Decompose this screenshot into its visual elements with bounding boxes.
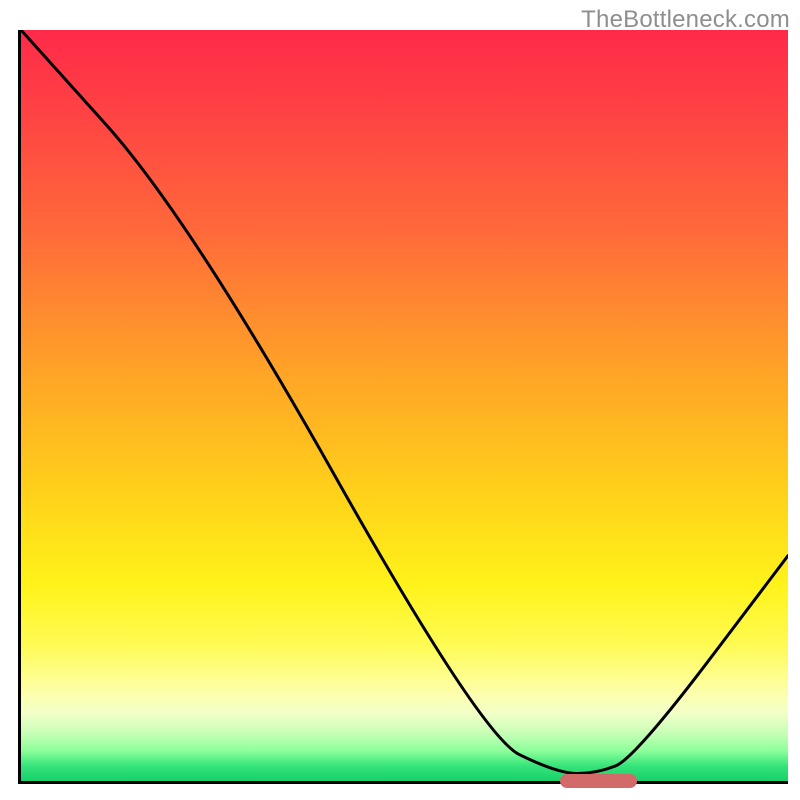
plot-area xyxy=(18,30,788,784)
optimal-marker xyxy=(560,774,637,788)
curve-svg xyxy=(21,30,788,781)
bottleneck-curve xyxy=(21,30,788,773)
